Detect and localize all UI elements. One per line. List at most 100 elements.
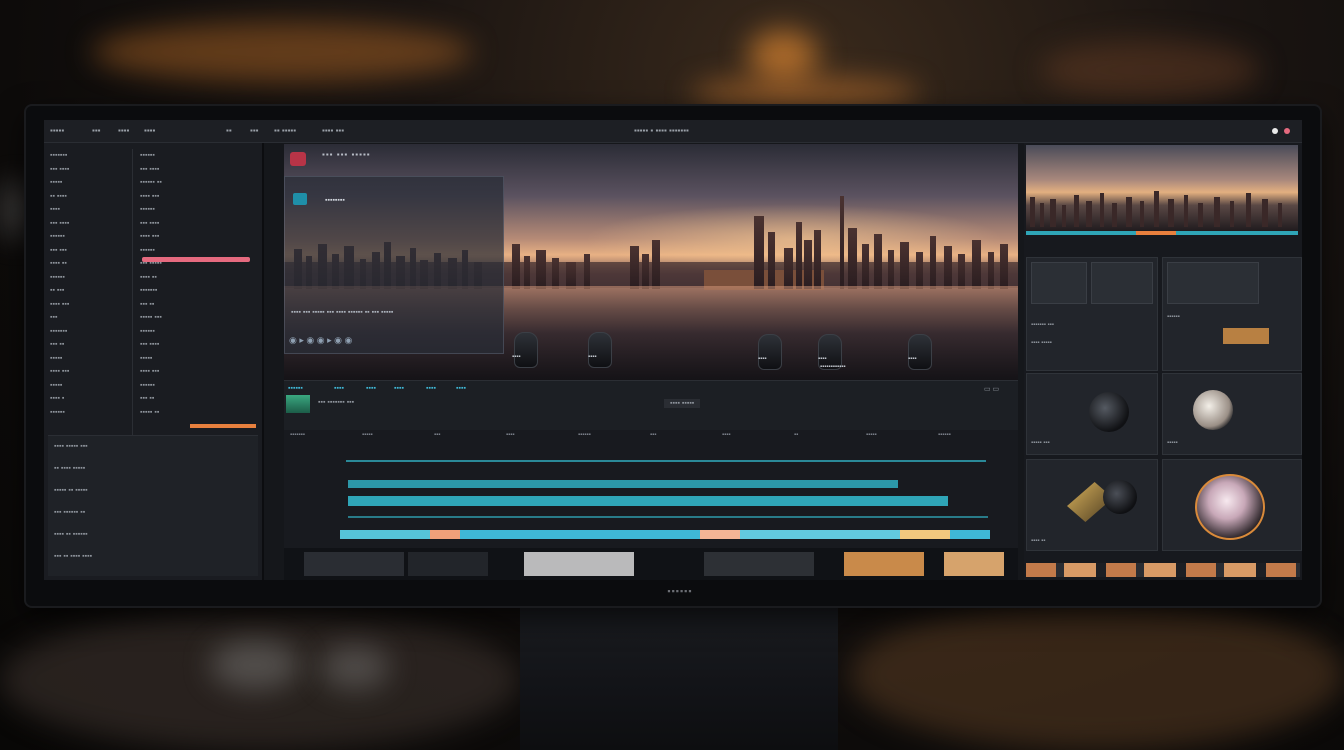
clip-color-strip[interactable] [340, 530, 990, 539]
menu-item[interactable]: ▪▪ [226, 126, 232, 135]
property-row[interactable]: ▪▪▪▪▪▪ [50, 230, 130, 244]
toolbar-tab[interactable]: ▪▪▪▪ [426, 385, 436, 392]
property-row[interactable]: ▪▪▪ ▪▪ [140, 298, 254, 312]
clip-thumbnail[interactable] [286, 395, 310, 413]
property-row[interactable]: ▪▪▪▪ ▪▪ [140, 271, 254, 285]
audio-waveform[interactable] [348, 496, 948, 506]
property-row[interactable]: ▪▪▪ ▪▪▪ [50, 244, 130, 258]
track-field[interactable]: ▪▪▪▪ ▪▪▪▪▪ [664, 399, 701, 408]
property-row[interactable]: ▪▪▪ ▪▪ [140, 392, 254, 406]
property-row[interactable]: ▪▪▪ ▪▪▪▪ [50, 163, 130, 177]
toolbar-tab[interactable]: ▪▪▪▪ [334, 385, 344, 392]
property-row[interactable]: ▪▪▪▪▪▪ [140, 203, 254, 217]
property-row[interactable]: ▪▪▪ ▪▪▪▪ [140, 163, 254, 177]
control-knob[interactable] [758, 334, 782, 370]
property-row[interactable]: ▪▪▪▪ ▪▪▪ [140, 365, 254, 379]
toolbar-tab[interactable]: ▪▪▪▪ [366, 385, 376, 392]
property-row[interactable]: ▪▪▪ ▪▪▪▪ [140, 338, 254, 352]
property-row[interactable]: ▪▪▪ ▪▪▪▪ [50, 217, 130, 231]
toolbar-tab[interactable]: ▪▪▪▪▪▪ [288, 385, 303, 392]
camera-icon [1089, 392, 1129, 432]
left-panel: ▪▪▪▪▪▪▪ ▪▪▪ ▪▪▪▪ ▪▪▪▪▪ ▪▪ ▪▪▪▪ ▪▪▪▪ ▪▪▪ ▪▪▪▪ ▪… [44, 143, 264, 580]
timeline[interactable]: ▪▪▪▪▪▪▪ ▪▪▪▪▪ ▪▪▪ ▪▪▪▪ ▪▪▪▪▪▪ ▪▪▪ ▪▪▪▪ ▪▪ ▪▪▪▪▪ ▪… [284, 430, 1018, 580]
lower-row[interactable]: ▪▪▪ ▪▪▪▪▪▪ ▪▪ [48, 502, 258, 524]
camera-card[interactable]: ▪▪▪▪ ▪▪ [1026, 459, 1158, 551]
minimize-icon[interactable] [1271, 128, 1278, 134]
property-row[interactable]: ▪▪▪▪▪▪ [50, 406, 130, 420]
toolbar-tab[interactable]: ▪▪▪▪ [394, 385, 404, 392]
property-row[interactable]: ▪▪▪▪▪▪▪ [140, 284, 254, 298]
property-row[interactable]: ▪▪▪▪▪▪ [140, 325, 254, 339]
lower-row[interactable]: ▪▪▪▪ ▪▪ ▪▪▪▪▪▪ [48, 524, 258, 546]
property-row[interactable]: ▪▪▪▪▪ ▪▪▪ [140, 311, 254, 325]
property-row[interactable]: ▪▪▪▪ ▪▪▪ [140, 230, 254, 244]
level-slider[interactable] [190, 424, 256, 428]
lower-row[interactable]: ▪▪▪▪▪ ▪▪ ▪▪▪▪▪ [48, 480, 258, 502]
menu-item[interactable]: ▪▪▪▪ [144, 126, 155, 135]
property-row[interactable]: ▪▪ ▪▪▪ [50, 284, 130, 298]
property-row[interactable]: ▪▪▪▪▪▪ ▪▪ [140, 176, 254, 190]
property-row[interactable]: ▪▪▪▪▪▪▪ [50, 149, 130, 163]
toolbar-tab[interactable]: ▪▪▪▪ [456, 385, 466, 392]
property-row[interactable]: ▪▪▪▪▪▪ [140, 244, 254, 258]
control-knob[interactable] [588, 332, 612, 368]
control-knob[interactable] [908, 334, 932, 370]
background-light [748, 30, 818, 80]
divider [132, 149, 133, 444]
camera-card[interactable] [1162, 459, 1302, 551]
level-slider[interactable] [142, 257, 250, 262]
clip-thumbnails[interactable] [284, 548, 1018, 580]
playback-controls-icon[interactable]: ◉ ▸ ◉ ◉ ▸ ◉ ◉ [289, 335, 352, 346]
camera-icon [1103, 480, 1137, 514]
preview-thumbnail[interactable] [1026, 145, 1298, 231]
property-list: ▪▪▪▪▪▪▪ ▪▪▪ ▪▪▪▪ ▪▪▪▪▪ ▪▪ ▪▪▪▪ ▪▪▪▪ ▪▪▪ ▪▪▪▪ ▪… [50, 149, 130, 419]
property-row[interactable]: ▪▪▪▪ [50, 203, 130, 217]
property-row[interactable]: ▪▪▪▪ ▪▪▪ [50, 298, 130, 312]
property-row[interactable]: ▪▪ ▪▪▪▪ [50, 190, 130, 204]
property-row[interactable]: ▪▪▪▪▪▪ [140, 149, 254, 163]
card-label: ▪▪▪▪ ▪▪ [1031, 538, 1046, 544]
camera-card[interactable]: ▪▪▪▪▪ [1162, 373, 1302, 455]
property-row[interactable]: ▪▪▪▪ ▪▪▪ [140, 190, 254, 204]
grid-icon[interactable] [1091, 262, 1153, 304]
control-knob[interactable] [514, 332, 538, 368]
property-row[interactable]: ▪▪▪▪ ▪▪▪ [50, 365, 130, 379]
property-row[interactable]: ▪▪▪▪▪ [50, 352, 130, 366]
audio-waveform[interactable] [346, 460, 986, 462]
clip-strip[interactable] [1026, 563, 1300, 577]
menu-item[interactable]: ▪▪▪▪ [118, 126, 129, 135]
property-row[interactable]: ▪▪▪▪▪▪▪ [50, 325, 130, 339]
property-row[interactable]: ▪▪▪▪▪▪ [50, 271, 130, 285]
zoom-control[interactable]: ▭ ▭ [984, 385, 999, 393]
property-row[interactable]: ▪▪▪▪ ▪ [50, 392, 130, 406]
menu-item[interactable]: ▪▪▪ [250, 126, 259, 135]
property-row[interactable]: ▪▪▪▪▪ ▪▪ [140, 406, 254, 420]
color-swatch[interactable] [1223, 328, 1269, 344]
property-row[interactable]: ▪▪▪▪▪ [50, 379, 130, 393]
lower-row[interactable]: ▪▪▪ ▪▪ ▪▪▪▪ ▪▪▪▪ [48, 546, 258, 568]
camera-card[interactable]: ▪▪▪▪▪ ▪▪▪ [1026, 373, 1158, 455]
property-row[interactable]: ▪▪▪▪▪▪ [140, 379, 254, 393]
audio-waveform[interactable] [348, 480, 898, 488]
property-row[interactable]: ▪▪▪▪ ▪▪ [50, 257, 130, 271]
close-icon[interactable] [1284, 128, 1290, 134]
menu-item[interactable]: ▪▪▪▪▪ [50, 126, 64, 135]
background-light [850, 600, 1344, 750]
menu-item[interactable]: ▪▪ ▪▪▪▪▪ [274, 126, 296, 135]
grid-icon[interactable] [1167, 262, 1259, 304]
property-row[interactable]: ▪▪▪ ▪▪ [50, 338, 130, 352]
property-row[interactable]: ▪▪▪ [50, 311, 130, 325]
property-row[interactable]: ▪▪▪▪▪ [50, 176, 130, 190]
settings-card: ▪▪▪▪▪▪▪ ▪▪▪ ▪▪▪▪ ▪▪▪▪▪ [1026, 257, 1158, 371]
lower-row[interactable]: ▪▪ ▪▪▪▪ ▪▪▪▪▪ [48, 458, 258, 480]
menu-item[interactable]: ▪▪▪▪ ▪▪▪ [322, 126, 344, 135]
menu-item[interactable]: ▪▪▪ [92, 126, 101, 135]
audio-waveform[interactable] [348, 516, 988, 518]
knob-label: ▪▪▪▪ [818, 356, 827, 362]
playback-progress[interactable] [1026, 231, 1298, 235]
grid-icon[interactable] [1031, 262, 1087, 304]
property-row[interactable]: ▪▪▪▪▪ [140, 352, 254, 366]
property-row[interactable]: ▪▪▪ ▪▪▪▪ [140, 217, 254, 231]
lower-row[interactable]: ▪▪▪▪ ▪▪▪▪▪ ▪▪▪ [48, 436, 258, 458]
video-preview[interactable]: ▪▪▪ ▪▪▪ ▪▪▪▪▪ ▪▪▪▪▪▪▪▪ ▪▪▪▪ ▪▪▪ ▪▪▪▪▪ ▪▪… [284, 144, 1018, 380]
